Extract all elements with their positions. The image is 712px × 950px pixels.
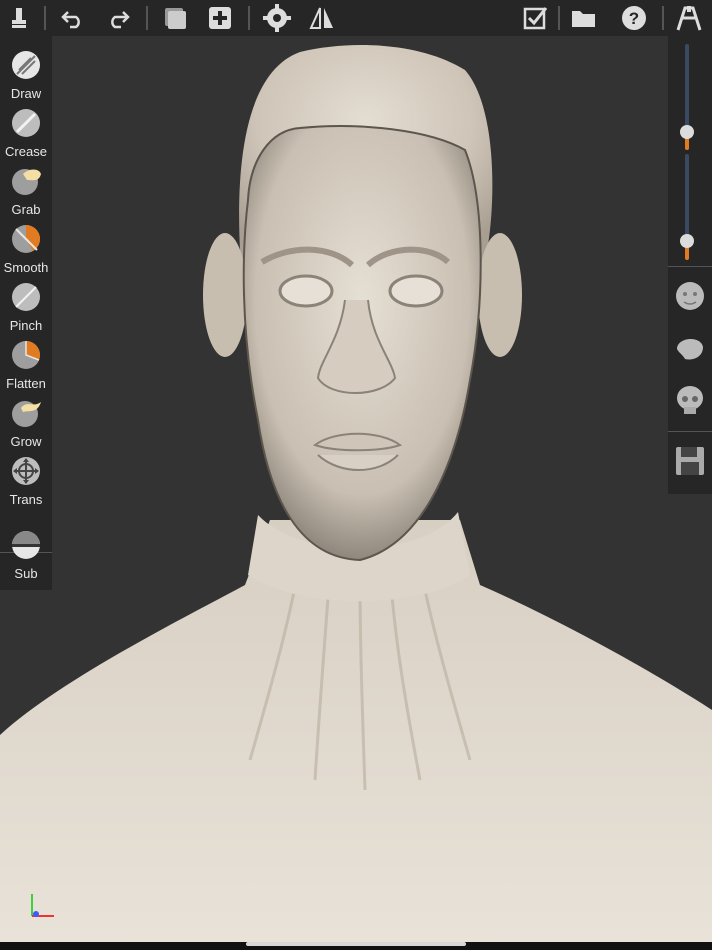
tool-grow[interactable]: Grow — [0, 394, 52, 452]
head-preset-side-icon[interactable] — [673, 331, 707, 365]
toolbar-separator — [146, 6, 148, 30]
intensity-slider-knob[interactable] — [680, 234, 694, 248]
axis-gizmo — [31, 894, 54, 917]
head-preset-front-icon[interactable] — [673, 279, 707, 313]
sculpt-model[interactable] — [0, 36, 712, 942]
tool-label: Pinch — [9, 318, 43, 333]
home-indicator[interactable] — [246, 942, 466, 946]
grab-tool-icon — [12, 169, 41, 195]
tool-sidebar: Draw Crease Grab Smooth Pinch Flatten Gr… — [0, 36, 52, 590]
panel-divider — [668, 431, 712, 432]
undo-icon[interactable] — [58, 4, 88, 32]
tool-crease[interactable]: Crease — [0, 104, 52, 162]
sculpt-viewport[interactable] — [0, 36, 712, 942]
tool-label: Draw — [10, 86, 42, 101]
smooth-tool-icon — [12, 225, 40, 253]
checkbox-icon[interactable] — [520, 4, 550, 32]
grow-tool-icon — [12, 401, 41, 427]
tool-draw[interactable]: Draw — [0, 46, 52, 104]
menu-icon[interactable] — [674, 4, 704, 32]
svg-text:?: ? — [629, 9, 639, 28]
tool-label: Grow — [10, 434, 42, 449]
tool-sub[interactable]: Sub — [0, 526, 52, 584]
crease-tool-icon — [12, 109, 40, 137]
redo-icon[interactable] — [103, 4, 133, 32]
folder-icon[interactable] — [569, 4, 599, 32]
right-panel — [668, 36, 712, 494]
radius-slider-knob[interactable] — [680, 125, 694, 139]
toolbar-separator — [662, 6, 664, 30]
draw-tool-icon — [12, 51, 40, 79]
symmetry-icon[interactable] — [307, 4, 337, 32]
trans-tool-icon — [12, 457, 40, 485]
toolbar-separator — [44, 6, 46, 30]
help-icon[interactable]: ? — [619, 4, 649, 32]
sub-tool-icon — [12, 531, 40, 559]
tool-label: Grab — [11, 202, 41, 217]
pinch-tool-icon — [12, 283, 40, 311]
save-icon[interactable] — [673, 444, 707, 478]
tool-label: Crease — [5, 144, 47, 159]
brush-icon[interactable] — [4, 4, 34, 32]
tool-grab[interactable]: Grab — [0, 162, 52, 220]
toolbar-separator — [248, 6, 250, 30]
tool-label: Smooth — [3, 260, 49, 275]
panel-divider — [668, 266, 712, 267]
tool-label: Flatten — [6, 376, 46, 391]
layers-icon[interactable] — [160, 4, 190, 32]
tool-flatten[interactable]: Flatten — [0, 336, 52, 394]
toolbar-separator — [558, 6, 560, 30]
tool-label: Trans — [9, 492, 43, 507]
settings-icon[interactable] — [262, 4, 292, 32]
tool-trans[interactable]: Trans — [0, 452, 52, 510]
tool-pinch[interactable]: Pinch — [0, 278, 52, 336]
tool-label: Sub — [14, 566, 38, 581]
head-preset-skull-icon[interactable] — [673, 383, 707, 417]
flatten-tool-icon — [12, 341, 40, 369]
add-icon[interactable] — [205, 4, 235, 32]
top-toolbar: ? — [0, 0, 712, 36]
tool-smooth[interactable]: Smooth — [0, 220, 52, 278]
